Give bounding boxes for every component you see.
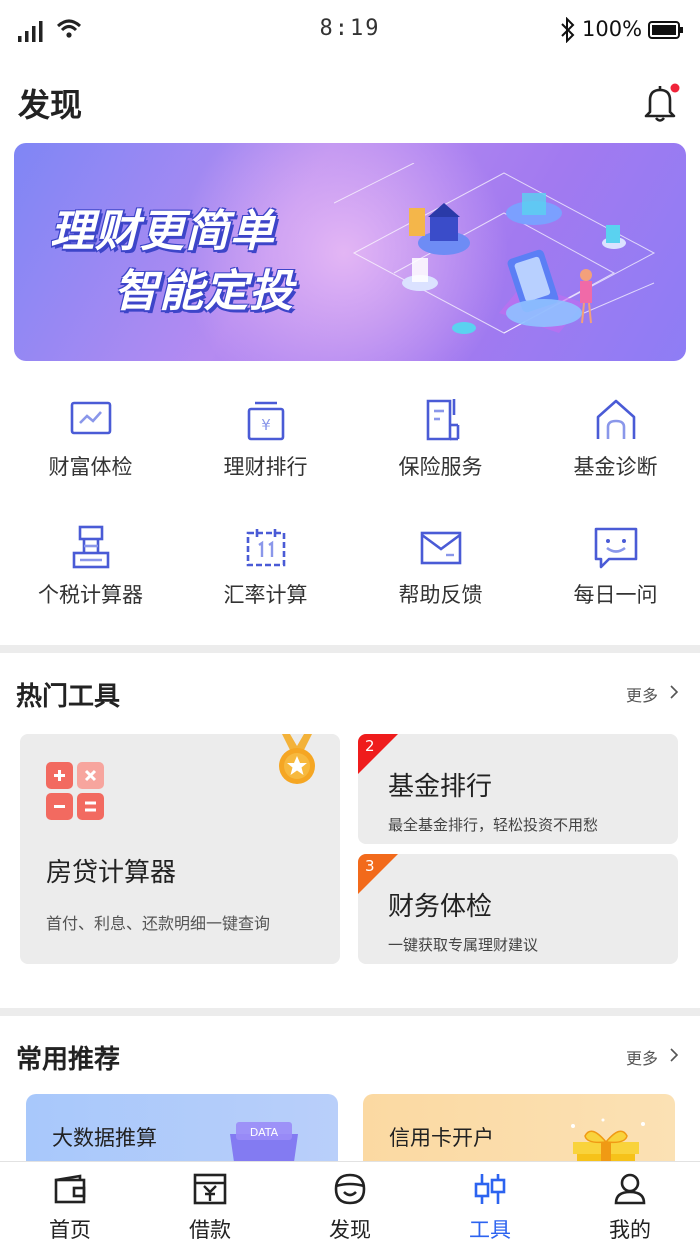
tab-mine[interactable]: 我的 (560, 1162, 700, 1245)
chart-icon (70, 401, 112, 435)
featured-tool-title: 房贷计算器 (46, 858, 177, 888)
grid-label: 帮助反馈 (398, 583, 483, 607)
notification-dot (670, 83, 680, 93)
grid-item-insurance[interactable]: 保险服务 (353, 397, 528, 507)
grid-label: 基金诊断 (573, 455, 658, 479)
tab-label: 借款 (189, 1218, 231, 1242)
tax-icon (72, 525, 110, 569)
chat-smile-icon (594, 527, 638, 569)
tool-title: 财务体检 (388, 892, 493, 922)
discover-icon (334, 1173, 366, 1205)
rec-title: 信用卡开户 (389, 1126, 494, 1150)
banner-subheadline: 智能定投 (114, 266, 294, 317)
chevron-right-icon[interactable] (668, 1048, 680, 1062)
grid-item-exchange-rate[interactable]: 汇率计算 (178, 525, 353, 635)
fund-ranking-card[interactable]: 2 基金排行 最全基金排行，轻松投资不用愁 (358, 734, 678, 844)
page-title: 发现 (18, 86, 83, 124)
mail-icon (420, 531, 462, 565)
battery-percent: 100% (582, 17, 643, 41)
user-icon (614, 1173, 646, 1205)
medal-icon (279, 734, 315, 784)
document-icon (426, 399, 460, 441)
tool-title: 基金排行 (388, 772, 493, 802)
grid-item-tax-calculator[interactable]: 个税计算器 (3, 525, 178, 635)
svg-text:¥: ¥ (261, 416, 271, 434)
yuan-box-icon: ¥ (247, 401, 285, 441)
calculator-icon (46, 762, 104, 820)
tool-desc: 最全基金排行，轻松投资不用愁 (388, 816, 599, 834)
house-icon (596, 399, 636, 439)
recommend-more-link[interactable]: 更多 (626, 1045, 658, 1069)
grid-label: 财富体检 (48, 455, 133, 479)
isometric-finance-illustration (334, 163, 656, 334)
tools-icon (474, 1174, 506, 1204)
tab-label: 工具 (469, 1218, 511, 1242)
recommend-title: 常用推荐 (16, 1045, 121, 1075)
data-tag: DATA (250, 1126, 279, 1139)
grid-label: 个税计算器 (38, 583, 143, 607)
rec-title: 大数据推算 (52, 1126, 157, 1150)
bluetooth-icon (561, 17, 575, 43)
tab-discover[interactable]: 发现 (280, 1162, 420, 1245)
promo-banner[interactable]: 理财更简单 智能定投 (14, 143, 686, 361)
battery-icon (648, 21, 683, 39)
calendar-icon (246, 529, 286, 567)
tool-desc: 一键获取专属理财建议 (388, 936, 539, 954)
grid-label: 每日一问 (573, 583, 658, 607)
tab-label: 发现 (329, 1218, 371, 1242)
hot-tools-more-link[interactable]: 更多 (626, 682, 658, 706)
grid-item-fund-diagnosis[interactable]: 基金诊断 (528, 397, 700, 507)
rank-number: 3 (365, 857, 375, 875)
rank-number: 2 (365, 737, 375, 755)
tab-label: 首页 (49, 1218, 91, 1242)
grid-item-help-feedback[interactable]: 帮助反馈 (353, 525, 528, 635)
wallet-icon (54, 1174, 86, 1204)
grid-label: 理财排行 (223, 455, 308, 479)
tab-home[interactable]: 首页 (0, 1162, 140, 1245)
tab-loan[interactable]: 借款 (140, 1162, 280, 1245)
loan-icon (193, 1173, 227, 1205)
grid-label: 保险服务 (398, 455, 483, 479)
bell-icon[interactable] (640, 82, 680, 124)
tab-label: 我的 (609, 1218, 651, 1242)
tab-tools[interactable]: 工具 (420, 1162, 560, 1245)
grid-item-finance-ranking[interactable]: ¥ 理财排行 (178, 397, 353, 507)
finance-check-card[interactable]: 3 财务体检 一键获取专属理财建议 (358, 854, 678, 964)
section-divider (0, 1008, 700, 1016)
bottom-tab-bar: 首页 借款 发现 工具 我的 (0, 1161, 700, 1245)
status-bar: 8:19 100% (0, 0, 700, 60)
featured-tool-desc: 首付、利息、还款明细一键查询 (46, 914, 271, 933)
grid-item-daily-question[interactable]: 每日一问 (528, 525, 700, 635)
grid-item-wealth-check[interactable]: 财富体检 (3, 397, 178, 507)
section-divider (0, 645, 700, 653)
mortgage-calculator-card[interactable]: 房贷计算器 首付、利息、还款明细一键查询 (20, 734, 340, 964)
hot-tools-title: 热门工具 (16, 682, 121, 712)
grid-label: 汇率计算 (223, 583, 308, 607)
banner-headline: 理财更简单 (50, 206, 275, 257)
chevron-right-icon[interactable] (668, 685, 680, 699)
